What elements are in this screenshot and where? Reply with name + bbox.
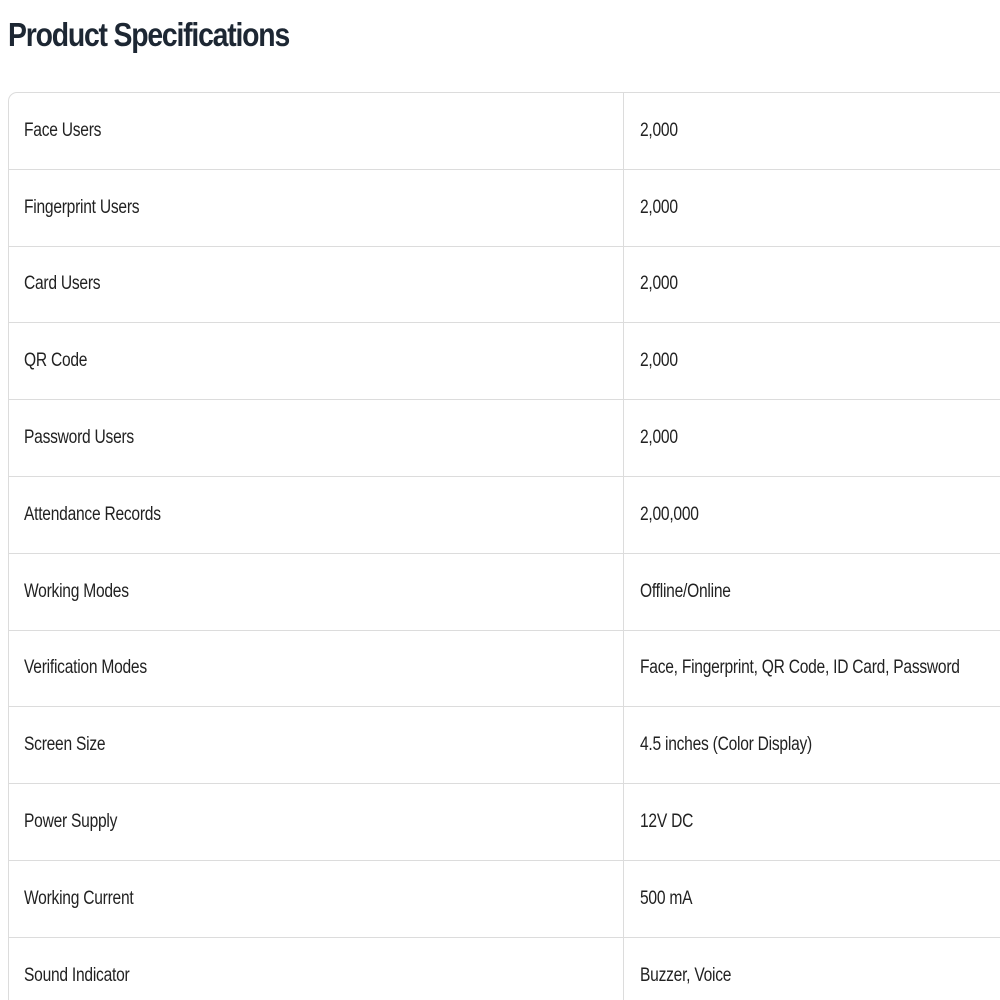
spec-label-cell: Verification Modes: [9, 630, 624, 708]
spec-value-cell: 2,000: [623, 169, 1000, 247]
spec-label-cell: Working Modes: [9, 553, 624, 631]
spec-label-cell: Screen Size: [9, 706, 624, 785]
spec-value: Offline/Online: [640, 580, 731, 602]
table-row: Sound Indicator Buzzer, Voice: [9, 937, 1000, 1000]
spec-value: 12V DC: [640, 811, 694, 833]
spec-label: Working Current: [24, 887, 134, 909]
spec-label: Face Users: [24, 119, 102, 141]
spec-label: Attendance Records: [24, 503, 161, 525]
spec-value: 2,000: [640, 427, 678, 449]
spec-value: 2,000: [640, 119, 678, 141]
table-row: Attendance Records 2,00,000: [9, 476, 1000, 554]
spec-value-cell: Buzzer, Voice: [623, 937, 1000, 1000]
spec-value: 4.5 inches (Color Display): [640, 734, 812, 756]
table-row: Face Users 2,000: [9, 93, 1000, 170]
spec-value-cell: 12V DC: [623, 783, 1000, 861]
spec-value-cell: Offline/Online: [623, 553, 1000, 631]
table-row: QR Code 2,000: [9, 322, 1000, 401]
spec-value-cell: Face, Fingerprint, QR Code, ID Card, Pas…: [623, 630, 1000, 708]
spec-label: Password Users: [24, 427, 134, 449]
page-title: Product Specifications: [8, 16, 290, 53]
spec-label-cell: Sound Indicator: [9, 937, 624, 1000]
table-row: Password Users 2,000: [9, 399, 1000, 477]
spec-label: Sound Indicator: [24, 964, 130, 986]
spec-value: 500 mA: [640, 887, 693, 909]
spec-table: Face Users 2,000 Fingerprint Users 2,000…: [9, 93, 1000, 1000]
spec-value: Buzzer, Voice: [640, 964, 732, 986]
spec-table-container: Face Users 2,000 Fingerprint Users 2,000…: [8, 92, 1000, 1000]
spec-value-cell: 500 mA: [623, 860, 1000, 938]
spec-label: Fingerprint Users: [24, 196, 140, 218]
spec-label-cell: Power Supply: [9, 783, 624, 861]
spec-value-cell: 2,000: [623, 93, 1000, 170]
spec-value-cell: 2,000: [623, 322, 1000, 401]
spec-value: 2,000: [640, 196, 678, 218]
table-row: Card Users 2,000: [9, 246, 1000, 324]
spec-label: Card Users: [24, 273, 101, 295]
spec-label-cell: Working Current: [9, 860, 624, 938]
spec-label: Screen Size: [24, 734, 106, 756]
spec-label-cell: Card Users: [9, 246, 624, 324]
spec-label: Power Supply: [24, 811, 118, 833]
spec-label: QR Code: [24, 350, 88, 372]
table-row: Working Current 500 mA: [9, 860, 1000, 938]
spec-value-cell: 4.5 inches (Color Display): [623, 706, 1000, 785]
table-row: Screen Size 4.5 inches (Color Display): [9, 706, 1000, 785]
spec-label-cell: Password Users: [9, 399, 624, 477]
spec-value-cell: 2,000: [623, 246, 1000, 324]
table-row: Fingerprint Users 2,000: [9, 169, 1000, 247]
spec-value: 2,000: [640, 273, 678, 295]
spec-label-cell: Face Users: [9, 93, 624, 170]
spec-label-cell: Fingerprint Users: [9, 169, 624, 247]
table-row: Power Supply 12V DC: [9, 783, 1000, 861]
spec-value: 2,000: [640, 350, 678, 372]
spec-value-cell: 2,000: [623, 399, 1000, 477]
spec-value: 2,00,000: [640, 503, 699, 525]
spec-label-cell: QR Code: [9, 322, 624, 401]
table-row: Verification Modes Face, Fingerprint, QR…: [9, 630, 1000, 708]
spec-label: Working Modes: [24, 580, 129, 602]
spec-value: Face, Fingerprint, QR Code, ID Card, Pas…: [640, 657, 960, 679]
spec-value-cell: 2,00,000: [623, 476, 1000, 554]
spec-label: Verification Modes: [24, 657, 147, 679]
spec-label-cell: Attendance Records: [9, 476, 624, 554]
table-row: Working Modes Offline/Online: [9, 553, 1000, 631]
